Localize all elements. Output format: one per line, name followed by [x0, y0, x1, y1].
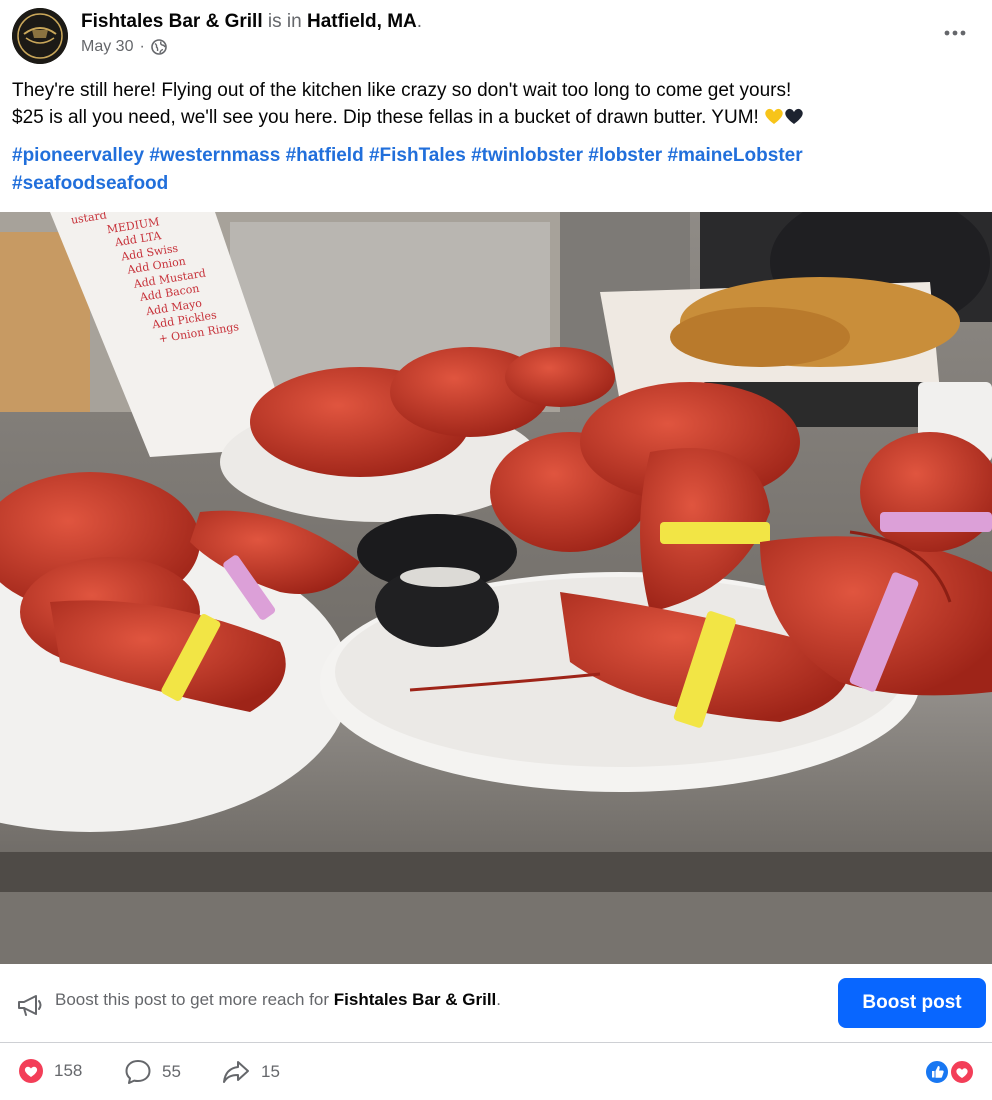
location-period: .	[416, 11, 423, 32]
hashtag-link[interactable]: #pioneervalley	[12, 145, 144, 166]
hashtag-link[interactable]: #lobster	[588, 145, 662, 166]
post-text-line-1: They're still here! Flying out of the ki…	[12, 80, 792, 101]
yellow-heart-icon	[765, 108, 783, 124]
post-text-line-2-row: $25 is all you need, we'll see you here.…	[12, 104, 984, 131]
post-footer: 158 55 15	[0, 1043, 992, 1100]
boost-prefix: Boost this post to get more reach for	[55, 990, 330, 1009]
logo-icon	[12, 8, 68, 64]
shares-count: 15	[261, 1062, 280, 1081]
page-name-link[interactable]: Fishtales Bar & Grill	[81, 11, 263, 32]
heart-icon	[19, 1059, 43, 1083]
shares-stat[interactable]: 15	[221, 1058, 280, 1086]
likes-stat[interactable]: 158	[18, 1058, 82, 1084]
hashtag-link[interactable]: #hatfield	[286, 145, 364, 166]
globe-icon[interactable]	[150, 39, 167, 55]
boost-post-button[interactable]: Boost post	[838, 978, 986, 1028]
share-icon	[223, 1061, 249, 1083]
post-meta: May 30 ·	[81, 38, 167, 56]
post-author-line: Fishtales Bar & Grill is in Hatfield, MA…	[81, 11, 422, 33]
post-body: They're still here! Flying out of the ki…	[12, 77, 984, 131]
likes-count: 158	[54, 1061, 83, 1080]
hashtag-link[interactable]: #twinlobster	[471, 145, 583, 166]
hashtag-link[interactable]: #maineLobster	[667, 145, 802, 166]
boost-page-name: Fishtales Bar & Grill	[333, 990, 497, 1009]
hashtags: #pioneervalley #westernmass #hatfield #F…	[12, 142, 984, 198]
post-date[interactable]: May 30	[81, 38, 133, 56]
is-in-text: is in	[267, 11, 302, 32]
meta-separator: ·	[139, 38, 145, 55]
hashtag-link[interactable]: #FishTales	[369, 145, 466, 166]
post-photo[interactable]: ustard MEDIUM Add LTA Add Swiss Add Onio…	[0, 212, 992, 964]
comments-count: 55	[162, 1062, 181, 1081]
boost-suffix: .	[496, 990, 501, 1009]
megaphone-icon	[18, 995, 42, 1016]
menu-card: ustard MEDIUM Add LTA Add Swiss Add Onio…	[70, 212, 241, 357]
comment-icon	[125, 1060, 151, 1084]
boost-bar: Boost this post to get more reach for Fi…	[0, 964, 992, 1043]
post-header: Fishtales Bar & Grill is in Hatfield, MA…	[0, 0, 992, 70]
boost-text: Boost this post to get more reach for Fi…	[55, 990, 501, 1010]
comments-stat[interactable]: 55	[124, 1058, 181, 1086]
location-link[interactable]: Hatfield, MA	[307, 11, 417, 32]
hashtag-link[interactable]: #seafoodseafood	[12, 173, 168, 194]
black-heart-icon	[785, 108, 803, 124]
page-avatar[interactable]	[12, 8, 68, 64]
hashtag-link[interactable]: #westernmass	[149, 145, 280, 166]
post-text-line-2: $25 is all you need, we'll see you here.…	[12, 107, 759, 128]
more-options-icon[interactable]	[940, 18, 970, 48]
reaction-icons[interactable]	[924, 1058, 978, 1086]
